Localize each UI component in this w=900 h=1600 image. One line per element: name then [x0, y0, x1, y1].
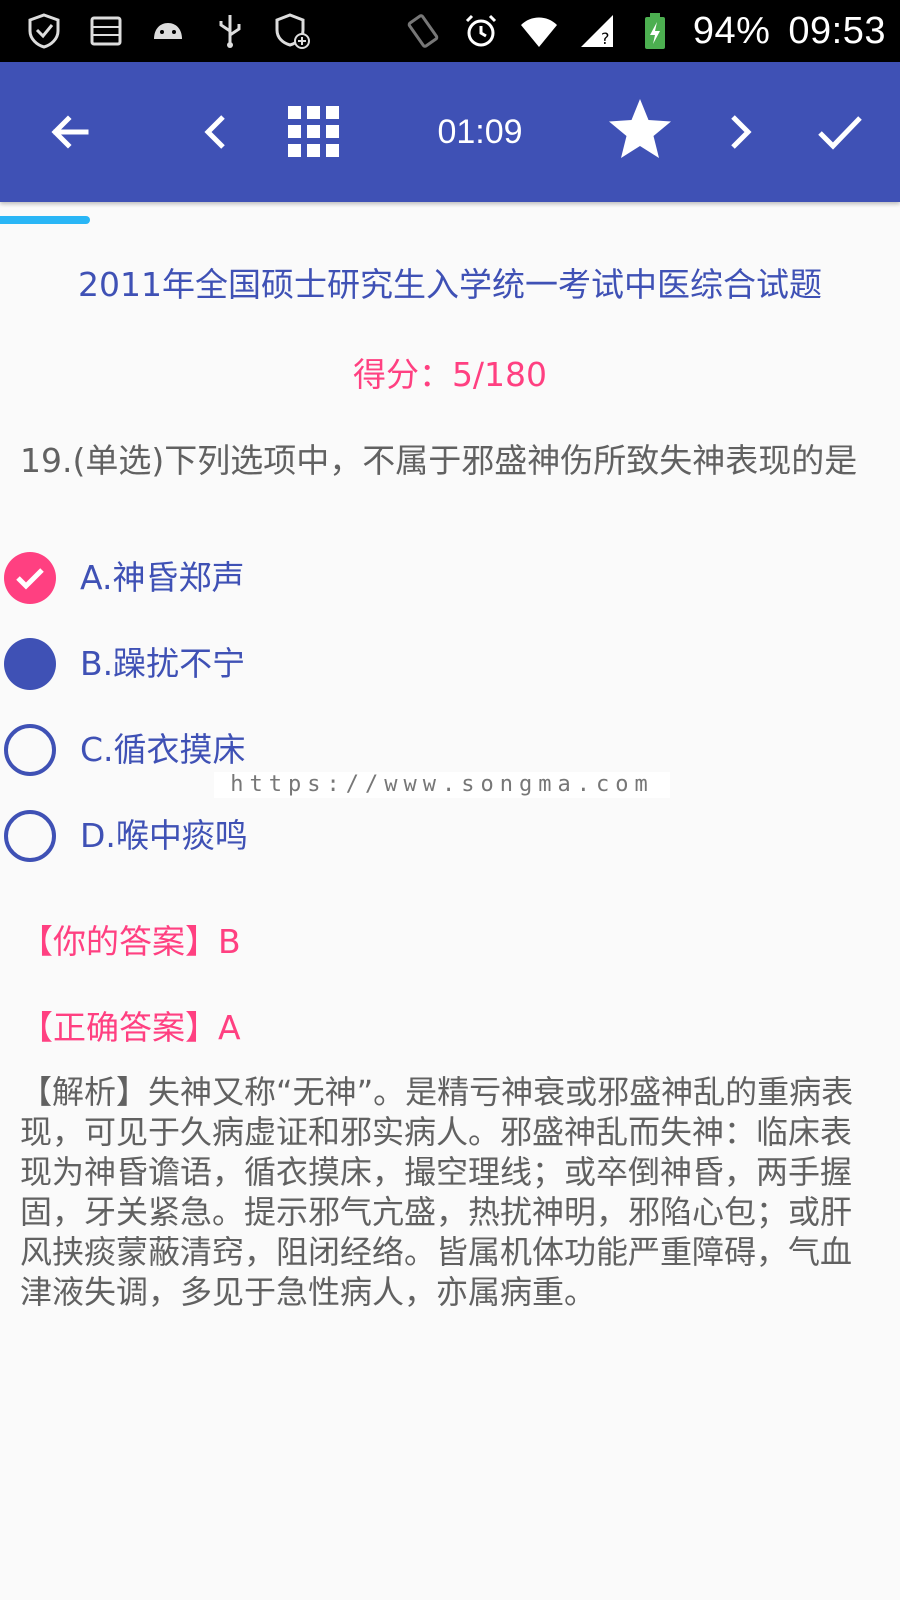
usb-icon	[219, 15, 241, 48]
option-a[interactable]: A.神昏郑声	[0, 543, 900, 613]
watermark: https://www.songma.com	[214, 772, 670, 798]
score: 得分：5/180	[352, 355, 548, 394]
question-grid-button[interactable]	[282, 100, 346, 164]
rotate-icon	[407, 14, 439, 48]
timer: 01:09	[437, 113, 523, 151]
status-icons-right: ? 94% 09:53	[403, 0, 886, 62]
checked-icon	[4, 552, 56, 604]
exam-title: 2011年全国硕士研究生入学统一考试中医综合试题	[78, 265, 822, 304]
question-text: 19.(单选)下列选项中，不属于邪盛神伤所致失神表现的是	[20, 441, 858, 480]
star-icon	[609, 99, 671, 158]
correct-answer: 【正确答案】A	[20, 1008, 241, 1047]
storage-icon	[90, 16, 122, 46]
battery-level: 94%	[692, 9, 771, 52]
submit-button[interactable]	[808, 100, 872, 164]
chevron-left-icon	[204, 115, 225, 149]
check-icon	[818, 116, 862, 150]
wifi-icon	[520, 17, 557, 47]
previous-question-button[interactable]	[184, 100, 248, 164]
radio-selected-icon	[4, 638, 56, 690]
signal-icon: ?	[580, 15, 613, 48]
svg-text:?: ?	[601, 29, 610, 48]
chevron-right-icon	[731, 115, 752, 149]
radio-unselected-icon	[4, 810, 56, 862]
clock: 09:53	[788, 9, 886, 52]
app-bar: 01:09	[0, 62, 900, 202]
alarm-icon	[465, 14, 496, 47]
option-label: C.循衣摸床	[80, 730, 246, 769]
analysis-text: 【解析】失神又称“无神”。是精亏神衰或邪盛神乱的重病表现，可见于久病虚证和邪实病…	[20, 1073, 854, 1311]
vpn-shield-icon	[28, 13, 60, 49]
status-icons-left	[0, 11, 312, 51]
option-b[interactable]: B.躁扰不宁	[0, 629, 900, 699]
option-label: B.躁扰不宁	[80, 644, 246, 683]
favorite-button[interactable]	[604, 94, 676, 166]
arrow-back-icon	[51, 115, 89, 149]
option-label: D.喉中痰鸣	[80, 816, 248, 855]
status-bar: ? 94% 09:53	[0, 0, 900, 62]
progress-bar	[0, 216, 900, 224]
radio-unselected-icon	[4, 724, 56, 776]
option-d[interactable]: D.喉中痰鸣	[0, 801, 900, 871]
android-icon	[154, 23, 182, 39]
shield-add-icon	[275, 13, 310, 49]
progress-fill	[0, 216, 90, 224]
your-answer: 【你的答案】B	[20, 922, 241, 961]
back-button[interactable]	[38, 100, 102, 164]
battery-icon	[644, 13, 665, 49]
grid-icon	[288, 106, 339, 157]
option-label: A.神昏郑声	[80, 558, 245, 597]
next-question-button[interactable]	[708, 100, 772, 164]
